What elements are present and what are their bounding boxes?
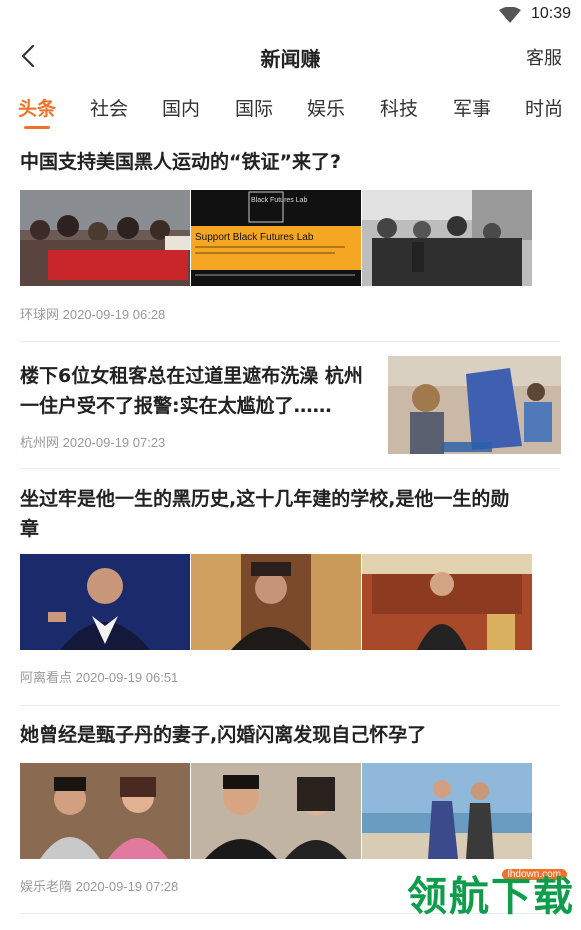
news-title-line: 一住户受不了报警:实在太尴尬了……	[20, 395, 332, 417]
news-title: 坐过牢是他一生的黑历史,这十几年建的学校,是他一生的勋 章	[20, 484, 560, 544]
divider	[20, 341, 560, 342]
nav-bar: 新闻赚 客服	[0, 30, 581, 84]
tab-society[interactable]: 社会	[90, 94, 128, 121]
divider	[20, 468, 560, 469]
news-source: 杭州网	[20, 435, 60, 450]
couple-portrait-photo	[191, 763, 361, 859]
tab-military[interactable]: 军事	[453, 94, 491, 121]
news-source: 阿离看点	[20, 670, 73, 685]
actor-portrait-photo	[20, 554, 190, 650]
tab-international[interactable]: 国际	[235, 94, 273, 121]
black-futures-lab-banner: Black Futures Lab Support Black Futures …	[191, 190, 361, 286]
news-meta: 环球网 2020-09-19 06:28	[20, 304, 165, 323]
couple-drama-photo	[20, 763, 190, 859]
historical-photo	[362, 190, 532, 286]
actor-costume-photo	[191, 554, 361, 650]
news-source: 娱乐老隋	[20, 879, 73, 894]
active-tab-indicator	[24, 126, 50, 129]
news-title-line: 坐过牢是他一生的黑历史,这十几年建的学校,是他一生的勋	[20, 488, 510, 510]
customer-service-button[interactable]: 客服	[526, 44, 562, 70]
news-meta: 娱乐老隋 2020-09-19 07:28	[20, 876, 178, 895]
couple-beach-photo	[362, 763, 532, 859]
category-tabs: 头条 社会 国内 国际 娱乐 科技 军事 时尚	[0, 84, 581, 134]
banner-headline: Support Black Futures Lab	[195, 232, 314, 243]
wifi-icon	[499, 7, 521, 23]
divider	[20, 705, 560, 706]
shower-tent-photo	[388, 356, 561, 454]
tab-fashion[interactable]: 时尚	[525, 94, 563, 121]
news-source: 环球网	[20, 307, 60, 322]
status-time: 10:39	[530, 5, 571, 22]
news-title: 她曾经是甄子丹的妻子,闪婚闪离发现自己怀孕了	[20, 724, 427, 746]
news-title-line: 楼下6位女租客总在过道里遮布洗澡 杭州	[20, 365, 363, 387]
tab-entertainment[interactable]: 娱乐	[307, 94, 345, 121]
tab-domestic[interactable]: 国内	[162, 94, 200, 121]
news-time: 2020-09-19 06:28	[62, 307, 166, 322]
news-title: 楼下6位女租客总在过道里遮布洗澡 杭州 一住户受不了报警:实在太尴尬了……	[20, 361, 380, 421]
protest-photo	[20, 190, 190, 286]
news-time: 2020-09-19 07:23	[62, 435, 166, 450]
page-title: 新闻赚	[260, 47, 321, 71]
news-meta: 杭州网 2020-09-19 07:23	[20, 432, 165, 451]
news-time: 2020-09-19 06:51	[75, 670, 179, 685]
news-time: 2020-09-19 07:28	[75, 879, 179, 894]
tab-headlines[interactable]: 头条	[18, 94, 56, 121]
news-title-line: 章	[20, 518, 40, 540]
actor-suit-photo	[362, 554, 532, 650]
tab-technology[interactable]: 科技	[380, 94, 418, 121]
news-meta: 阿离看点 2020-09-19 06:51	[20, 667, 178, 686]
news-title: 中国支持美国黑人运动的“铁证”来了?	[20, 151, 341, 173]
watermark: lhdown.com 领航下载	[395, 869, 575, 922]
watermark-text: 领航下载	[407, 874, 575, 920]
status-bar: 10:39	[0, 0, 581, 30]
banner-logo-text: Black Futures Lab	[251, 197, 308, 204]
